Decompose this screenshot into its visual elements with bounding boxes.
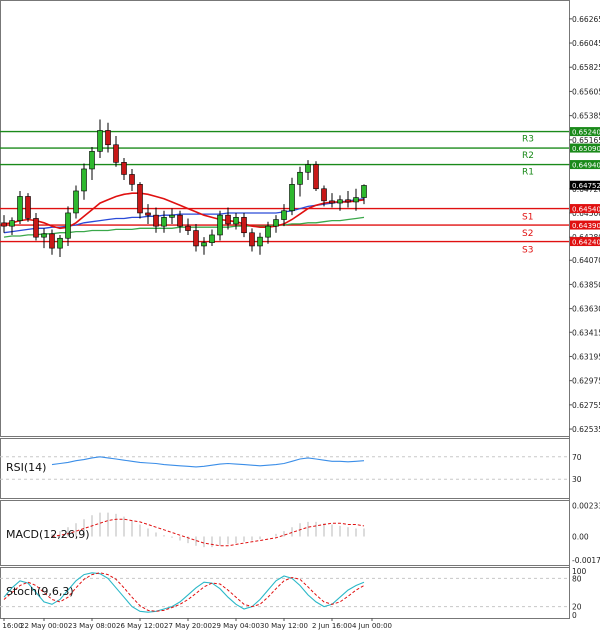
level-price-label: 0.64240 [572, 239, 600, 247]
candle-bull [361, 185, 367, 198]
candle-bear [225, 214, 231, 225]
stoch-title: Stoch(9,6,3) [6, 585, 74, 598]
candle-bull [65, 212, 71, 239]
level-name-r3: R3 [522, 135, 534, 145]
current-price-label: 0.64752 [572, 182, 600, 190]
y-tick-label: 0.63415 [572, 328, 600, 337]
candle-bull [73, 190, 79, 214]
candle-bear [113, 144, 119, 163]
level-name-s2: S2 [522, 229, 533, 239]
y-tick-label: 0.62535 [572, 425, 600, 434]
macd-tick-label: -0.00178 [572, 556, 600, 565]
x-tick-label: 2 Jun 16:00 [312, 622, 352, 630]
y-tick-label: 0.63850 [572, 280, 600, 289]
y-tick-label: 0.65165 [572, 136, 600, 145]
rsi-tick-label: 70 [572, 453, 582, 462]
y-tick-label: 0.62975 [572, 377, 600, 386]
panel-frame [0, 567, 570, 619]
y-tick-label: 0.65605 [572, 87, 600, 96]
candle-bull [353, 197, 359, 203]
stoch-tick-label: 0 [572, 611, 577, 620]
time-axis: y 16:0022 May 00:0023 May 08:0026 May 12… [0, 618, 392, 630]
candle-bull [289, 184, 295, 212]
candle-bear [145, 212, 151, 216]
candle-bear [329, 200, 335, 204]
level-name-r2: R2 [522, 151, 534, 161]
candle-bull [97, 130, 103, 152]
level-price-label: 0.64540 [572, 206, 600, 214]
y-tick-label: 0.66265 [572, 15, 600, 24]
candle-bull [17, 196, 23, 221]
y-tick-label: 0.64070 [572, 256, 600, 265]
level-price-label: 0.64390 [572, 222, 600, 230]
y-tick-label: 0.66045 [572, 39, 600, 48]
candle-bear [321, 188, 327, 202]
candle-bear [185, 225, 191, 231]
candle-bull [337, 199, 343, 204]
candle-bear [313, 164, 319, 190]
candle-bear [25, 196, 31, 219]
candle-bull [161, 217, 167, 227]
x-tick-label: 29 May 04:00 [212, 622, 260, 630]
y-tick-label: 0.63630 [572, 305, 600, 314]
candle-bull [217, 214, 223, 236]
x-tick-label: 26 May 12:00 [116, 622, 164, 630]
candle-bull [209, 234, 215, 243]
candle-bear [241, 217, 247, 234]
candle-bear [49, 233, 55, 249]
y-tick-label: 0.65825 [572, 63, 600, 72]
rsi-tick-label: 30 [572, 475, 582, 484]
candle-bull [297, 171, 303, 185]
panel-frame [0, 438, 570, 499]
level-name-r1: R1 [522, 168, 534, 178]
candle-bull [273, 219, 279, 227]
level-price-label: 0.65240 [572, 129, 600, 137]
candle-bear [33, 218, 39, 238]
candle-bear [177, 214, 183, 227]
candle-bear [1, 222, 7, 227]
candle-bull [233, 217, 239, 225]
candle-bull [169, 214, 175, 218]
level-name-s1: S1 [522, 213, 533, 223]
candle-bull [9, 220, 15, 227]
x-tick-label: 30 May 12:00 [260, 622, 308, 630]
x-tick-label: 27 May 20:00 [164, 622, 212, 630]
y-tick-label: 0.62755 [572, 401, 600, 410]
candle-bear [121, 162, 127, 175]
x-tick-label: 22 May 00:00 [20, 622, 68, 630]
forex-chart: 0.66265 0.66045 0.65825 0.65605 0.65385 0.651… [0, 0, 600, 630]
candle-bear [345, 199, 351, 203]
candle-bull [41, 233, 47, 238]
candle-bear [137, 184, 143, 214]
y-tick-label: 0.65385 [572, 112, 600, 121]
y-tick-label: 0.63195 [572, 352, 600, 361]
x-tick-label: 4 Jun 00:00 [352, 622, 392, 630]
candle-bull [81, 168, 87, 192]
candle-bull [89, 151, 95, 170]
x-tick-label: 23 May 08:00 [68, 622, 116, 630]
macd-tick-label: 0.00233 [572, 502, 600, 511]
level-price-label: 0.65090 [572, 145, 600, 153]
candle-bear [129, 174, 135, 185]
level-price-label: 0.64940 [572, 162, 600, 170]
rsi-title: RSI(14) [6, 461, 46, 474]
panel-frames [0, 0, 570, 619]
candle-bear [105, 130, 111, 146]
candle-bear [249, 232, 255, 247]
macd-tick-label: 0.00 [572, 532, 589, 541]
candle-bear [153, 214, 159, 227]
candle-bull [57, 237, 63, 249]
candle-bull [265, 225, 271, 238]
candle-bull [305, 164, 311, 173]
stoch-tick-label: 80 [572, 574, 582, 583]
candle-bull [201, 242, 207, 247]
candle-bear [193, 230, 199, 247]
candle-bull [281, 210, 287, 220]
macd-title: MACD(12,26,9) [6, 528, 90, 541]
candle-bull [257, 236, 263, 247]
level-name-s3: S3 [522, 246, 533, 256]
